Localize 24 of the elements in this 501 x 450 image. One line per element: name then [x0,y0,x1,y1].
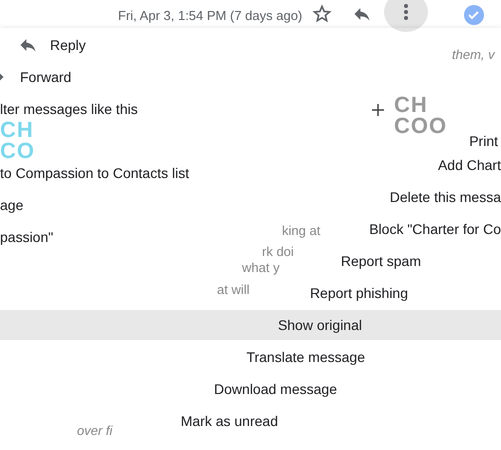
email-text: at will [217,281,250,299]
menu-item[interactable]: Show original [0,310,501,340]
menu-item[interactable]: Reply [0,30,86,60]
menu-item[interactable]: Translate message [246,342,365,372]
menu-item[interactable]: Forward [0,62,72,92]
logo-text: CH COO [394,95,448,137]
email-text: king at [282,222,320,240]
email-text: rk doi [262,243,294,261]
star-icon[interactable] [312,4,332,24]
email-date: Fri, Apr 3, 1:54 PM (7 days ago) [118,7,302,25]
email-text: them, v [452,46,495,64]
more-icon [404,4,408,20]
email-text: over fi [77,422,112,440]
menu-item[interactable]: Report spam [340,246,421,276]
menu-item[interactable]: age [0,190,24,220]
menu-item[interactable]: passion" [0,222,54,252]
more-button[interactable] [384,0,428,32]
menu-item[interactable]: Download message [214,374,337,404]
menu-item[interactable]: Mark as unread [180,406,278,436]
email-text: what y [242,259,280,277]
plus-icon [372,104,384,116]
menu-item[interactable]: Block "Charter for Co [369,214,501,244]
menu-item[interactable]: Delete this messa [390,182,501,212]
menu-item[interactable]: Report phishing [310,278,408,308]
